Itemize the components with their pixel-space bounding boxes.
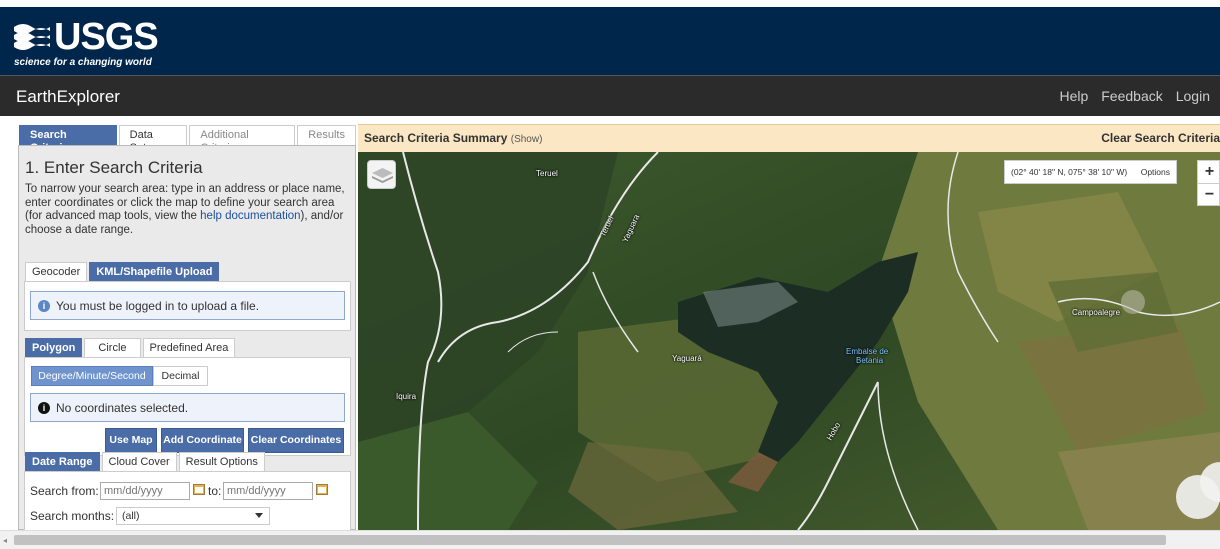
zoom-out-button[interactable]: − bbox=[1198, 183, 1220, 205]
top-strip bbox=[0, 0, 1220, 7]
help-documentation-link[interactable]: help documentation bbox=[200, 210, 300, 222]
search-criteria-panel: 1. Enter Search Criteria To narrow your … bbox=[18, 145, 356, 531]
degree-minute-second-toggle[interactable]: Degree/Minute/Second bbox=[31, 366, 153, 386]
zoom-control: + − bbox=[1197, 160, 1220, 206]
map-label-yaguara: Yaguará bbox=[672, 354, 702, 363]
upload-message: You must be logged in to upload a file. bbox=[56, 298, 260, 313]
map-label-teruel: Teruel bbox=[536, 169, 558, 178]
search-from-input[interactable] bbox=[100, 482, 190, 500]
tab-cloud-cover[interactable]: Cloud Cover bbox=[101, 452, 177, 472]
map-label-iquira: Iquira bbox=[396, 392, 417, 401]
clear-search-criteria-link[interactable]: Clear Search Criteria bbox=[1101, 131, 1220, 145]
tab-results[interactable]: Results bbox=[297, 125, 356, 145]
calendar-icon[interactable] bbox=[193, 484, 205, 495]
search-from-label: Search from: bbox=[30, 484, 99, 498]
decimal-toggle[interactable]: Decimal bbox=[153, 366, 208, 386]
search-months-value: (all) bbox=[122, 510, 140, 522]
intro-text: To narrow your search area: type in an a… bbox=[25, 183, 351, 237]
scrollbar-thumb[interactable] bbox=[14, 535, 1166, 545]
coordinate-readout: (02° 40' 18" N, 075° 38' 10" W) Options bbox=[1004, 160, 1177, 184]
search-months-label: Search months: bbox=[30, 509, 115, 523]
layers-button[interactable] bbox=[367, 160, 396, 189]
scroll-left-icon[interactable]: ◂ bbox=[3, 536, 7, 545]
tab-date-range[interactable]: Date Range bbox=[25, 452, 100, 472]
tab-predefined-area[interactable]: Predefined Area bbox=[142, 338, 236, 358]
search-criteria-summary-bar: Search Criteria Summary (Show) Clear Sea… bbox=[358, 124, 1220, 152]
chevron-down-icon bbox=[255, 513, 263, 518]
usgs-wordmark: USGS bbox=[54, 16, 159, 58]
upload-panel: i You must be logged in to upload a file… bbox=[24, 281, 351, 331]
map-view[interactable]: Teruel Teruel Yaguara Yaguará Embalse de… bbox=[358, 152, 1220, 530]
summary-show-link[interactable]: (Show) bbox=[511, 134, 543, 145]
use-map-button[interactable]: Use Map bbox=[105, 428, 157, 453]
feedback-link[interactable]: Feedback bbox=[1101, 88, 1162, 104]
header-nav: Help Feedback Login bbox=[1059, 88, 1210, 104]
shape-tabs: Polygon Circle Predefined Area bbox=[25, 338, 237, 358]
horizontal-scrollbar[interactable]: ◂ bbox=[0, 530, 1220, 549]
search-to-input[interactable] bbox=[223, 482, 313, 500]
calendar-icon[interactable] bbox=[316, 484, 328, 495]
search-to-label: to: bbox=[208, 484, 222, 498]
date-tabs: Date Range Cloud Cover Result Options bbox=[25, 452, 267, 472]
help-link[interactable]: Help bbox=[1059, 88, 1088, 104]
tab-circle[interactable]: Circle bbox=[84, 338, 141, 358]
summary-title-text: Search Criteria Summary bbox=[364, 131, 508, 145]
main-tabs: Search Criteria Data Sets Additional Cri… bbox=[19, 125, 358, 154]
info-icon: i bbox=[38, 401, 50, 414]
usgs-waves-icon bbox=[14, 24, 50, 50]
map-options-button[interactable]: Options bbox=[1141, 167, 1170, 177]
app-bar: EarthExplorer Help Feedback Login bbox=[0, 75, 1220, 116]
left-panel: Search Criteria Data Sets Additional Cri… bbox=[0, 116, 358, 531]
summary-title: Search Criteria Summary (Show) bbox=[364, 131, 542, 145]
info-icon: i bbox=[38, 299, 50, 312]
usgs-tagline: science for a changing world bbox=[14, 57, 152, 68]
zoom-in-button[interactable]: + bbox=[1198, 161, 1220, 183]
login-link[interactable]: Login bbox=[1176, 88, 1210, 104]
app-title[interactable]: EarthExplorer bbox=[16, 87, 120, 107]
add-coordinate-button[interactable]: Add Coordinate bbox=[161, 428, 244, 453]
geocoder-tabs: Geocoder KML/Shapefile Upload bbox=[25, 262, 221, 282]
satellite-imagery bbox=[358, 152, 1220, 530]
tab-geocoder[interactable]: Geocoder bbox=[25, 262, 88, 282]
date-range-panel: Search from: to: Search months: (all) bbox=[24, 471, 351, 531]
coordinate-text: (02° 40' 18" N, 075° 38' 10" W) bbox=[1011, 167, 1128, 177]
tab-polygon[interactable]: Polygon bbox=[25, 338, 83, 358]
map-label-betania: Betania bbox=[856, 356, 884, 365]
coords-message: No coordinates selected. bbox=[56, 400, 189, 415]
usgs-logo[interactable]: USGS science for a changing world bbox=[14, 17, 159, 69]
tab-result-options[interactable]: Result Options bbox=[178, 452, 265, 472]
tab-data-sets[interactable]: Data Sets bbox=[118, 125, 188, 154]
tab-additional-criteria[interactable]: Additional Criteria bbox=[189, 125, 296, 154]
map-label-campoalegre: Campoalegre bbox=[1072, 308, 1121, 317]
clear-coordinates-button[interactable]: Clear Coordinates bbox=[248, 428, 344, 453]
polygon-panel: Degree/Minute/Second Decimal i No coordi… bbox=[24, 357, 351, 456]
map-label-embalse: Embalse de bbox=[846, 347, 889, 356]
panel-heading: 1. Enter Search Criteria bbox=[25, 158, 203, 177]
upload-info-box: i You must be logged in to upload a file… bbox=[30, 291, 345, 320]
tab-search-criteria[interactable]: Search Criteria bbox=[19, 125, 117, 154]
search-months-select[interactable]: (all) bbox=[116, 507, 270, 525]
coords-info-box: i No coordinates selected. bbox=[30, 393, 345, 422]
layers-icon bbox=[372, 168, 393, 183]
usgs-header: USGS science for a changing world bbox=[0, 7, 1220, 75]
tab-kml-shapefile-upload[interactable]: KML/Shapefile Upload bbox=[89, 262, 220, 282]
